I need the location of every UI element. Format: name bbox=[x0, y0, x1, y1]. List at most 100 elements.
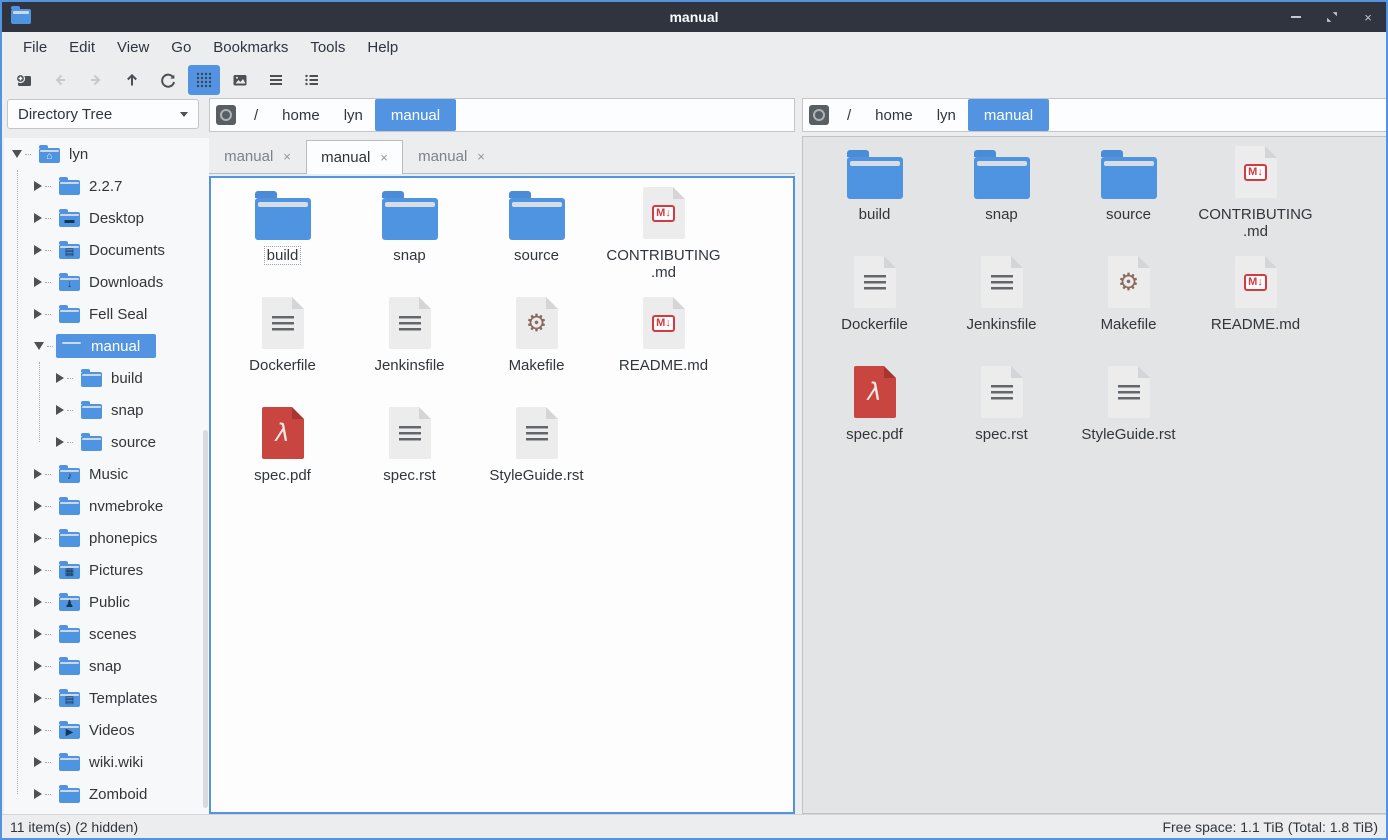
tree-expander-icon[interactable] bbox=[34, 565, 42, 575]
breadcrumb-current[interactable]: manual bbox=[968, 99, 1049, 131]
close-button[interactable]: × bbox=[1360, 9, 1376, 25]
tree-item-snap[interactable]: snap bbox=[4, 394, 209, 426]
file-makefile[interactable]: ⚙Makefile bbox=[473, 294, 600, 404]
file-snap[interactable]: snap bbox=[346, 184, 473, 294]
file-makefile[interactable]: ⚙Makefile bbox=[1065, 253, 1192, 363]
tab-manual-1[interactable]: manual× bbox=[209, 140, 306, 173]
disk-button[interactable] bbox=[210, 99, 242, 131]
tab-manual-2[interactable]: manual× bbox=[306, 140, 403, 174]
file-spec-rst[interactable]: spec.rst bbox=[938, 363, 1065, 473]
tree-item-body[interactable]: ▤Documents bbox=[54, 238, 181, 262]
tree-item-nvmebroke[interactable]: nvmebroke bbox=[4, 490, 209, 522]
file-contributing-md[interactable]: M↓CONTRIBUTING.md bbox=[600, 184, 727, 294]
tree-expander-icon[interactable] bbox=[34, 277, 42, 287]
tree-item-wiki-wiki[interactable]: wiki.wiki bbox=[4, 746, 209, 778]
tree-item-body[interactable]: scenes bbox=[54, 622, 153, 646]
tree-item-body[interactable]: ▤Templates bbox=[54, 686, 173, 710]
tree-expander-icon[interactable] bbox=[34, 342, 44, 350]
file-dockerfile[interactable]: Dockerfile bbox=[219, 294, 346, 404]
tree-expander-icon[interactable] bbox=[34, 213, 42, 223]
tree-item-fell-seal[interactable]: Fell Seal bbox=[4, 298, 209, 330]
file-jenkinsfile[interactable]: Jenkinsfile bbox=[938, 253, 1065, 363]
menu-help[interactable]: Help bbox=[356, 35, 409, 60]
tree-item-body[interactable]: Zomboid bbox=[54, 782, 163, 806]
forward-button[interactable] bbox=[80, 65, 112, 95]
menu-view[interactable]: View bbox=[106, 35, 160, 60]
tree-item-desktop[interactable]: ▬Desktop bbox=[4, 202, 209, 234]
file-build[interactable]: build bbox=[811, 143, 938, 253]
tab-manual-3[interactable]: manual× bbox=[403, 140, 500, 173]
tree-item-videos[interactable]: ▶Videos bbox=[4, 714, 209, 746]
tree-item-zomboid[interactable]: Zomboid bbox=[4, 778, 209, 810]
tree-item-body[interactable]: ▦Pictures bbox=[54, 558, 159, 582]
file-snap[interactable]: snap bbox=[938, 143, 1065, 253]
tree-expander-icon[interactable] bbox=[56, 373, 64, 383]
tree-expander-icon[interactable] bbox=[34, 533, 42, 543]
tree-item-manual[interactable]: manual bbox=[4, 330, 209, 362]
tree-item-body[interactable]: ▬Desktop bbox=[54, 206, 160, 230]
minimize-button[interactable] bbox=[1288, 9, 1304, 25]
menu-tools[interactable]: Tools bbox=[299, 35, 356, 60]
tree-item-scenes[interactable]: scenes bbox=[4, 618, 209, 650]
menu-edit[interactable]: Edit bbox=[58, 35, 106, 60]
tree-expander-icon[interactable] bbox=[34, 661, 42, 671]
tree-expander-icon[interactable] bbox=[34, 309, 42, 319]
tree-expander-icon[interactable] bbox=[12, 150, 22, 158]
tree-item-build[interactable]: build bbox=[4, 362, 209, 394]
tree-item-source[interactable]: source bbox=[4, 426, 209, 458]
file-source[interactable]: source bbox=[473, 184, 600, 294]
tree-expander-icon[interactable] bbox=[56, 405, 64, 415]
file-styleguide-rst[interactable]: StyleGuide.rst bbox=[1065, 363, 1192, 473]
new-tab-button[interactable] bbox=[8, 65, 40, 95]
tree-item-body[interactable]: build bbox=[76, 366, 159, 390]
file-contributing-md[interactable]: M↓CONTRIBUTING.md bbox=[1192, 143, 1319, 253]
breadcrumb-[interactable]: / bbox=[242, 99, 270, 131]
tree-item-phonepics[interactable]: phonepics bbox=[4, 522, 209, 554]
tree-item-body[interactable]: wiki.wiki bbox=[54, 750, 159, 774]
tree-item-body[interactable]: Fell Seal bbox=[54, 302, 163, 326]
tree-item-body[interactable]: snap bbox=[54, 654, 138, 678]
file-readme-md[interactable]: M↓README.md bbox=[1192, 253, 1319, 363]
tree-expander-icon[interactable] bbox=[34, 501, 42, 511]
file-dockerfile[interactable]: Dockerfile bbox=[811, 253, 938, 363]
tree-expander-icon[interactable] bbox=[34, 725, 42, 735]
tree-expander-icon[interactable] bbox=[56, 437, 64, 447]
disk-button[interactable] bbox=[803, 99, 835, 131]
file-readme-md[interactable]: M↓README.md bbox=[600, 294, 727, 404]
icon-view-button[interactable] bbox=[188, 65, 220, 95]
tree-item-public[interactable]: ♟Public bbox=[4, 586, 209, 618]
detailed-list-view-button[interactable] bbox=[296, 65, 328, 95]
tree-expander-icon[interactable] bbox=[34, 469, 42, 479]
tree-item-body[interactable]: 2.2.7 bbox=[54, 174, 138, 198]
refresh-button[interactable] bbox=[152, 65, 184, 95]
file-jenkinsfile[interactable]: Jenkinsfile bbox=[346, 294, 473, 404]
tree-expander-icon[interactable] bbox=[34, 757, 42, 767]
tab-close-icon[interactable]: × bbox=[380, 150, 388, 165]
sidebar-mode-selector[interactable]: Directory Tree bbox=[7, 99, 199, 129]
tree-expander-icon[interactable] bbox=[34, 789, 42, 799]
tree-item-body[interactable]: snap bbox=[76, 398, 160, 422]
tree-item-pictures[interactable]: ▦Pictures bbox=[4, 554, 209, 586]
file-spec-rst[interactable]: spec.rst bbox=[346, 404, 473, 514]
file-source[interactable]: source bbox=[1065, 143, 1192, 253]
tree-item-body[interactable]: ▶Videos bbox=[54, 718, 151, 742]
tab-close-icon[interactable]: × bbox=[283, 149, 291, 164]
tree-item-body[interactable]: ♪Music bbox=[54, 462, 144, 486]
thumbnail-view-button[interactable] bbox=[224, 65, 256, 95]
tree-item-body[interactable]: nvmebroke bbox=[54, 494, 179, 518]
tree-expander-icon[interactable] bbox=[34, 245, 42, 255]
tree-expander-icon[interactable] bbox=[34, 597, 42, 607]
tree-item-music[interactable]: ♪Music bbox=[4, 458, 209, 490]
tree-expander-icon[interactable] bbox=[34, 181, 42, 191]
tree-item-body[interactable]: source bbox=[76, 430, 172, 454]
tree-item-downloads[interactable]: ↓Downloads bbox=[4, 266, 209, 298]
sidebar-scrollbar[interactable] bbox=[203, 430, 208, 808]
breadcrumb-lyn[interactable]: lyn bbox=[332, 99, 375, 131]
tree-item-templates[interactable]: ▤Templates bbox=[4, 682, 209, 714]
menu-file[interactable]: File bbox=[12, 35, 58, 60]
tree-item-body[interactable]: ⌂lyn bbox=[34, 142, 104, 166]
compact-view-button[interactable] bbox=[260, 65, 292, 95]
tree-expander-icon[interactable] bbox=[34, 693, 42, 703]
up-button[interactable] bbox=[116, 65, 148, 95]
file-spec-pdf[interactable]: λspec.pdf bbox=[811, 363, 938, 473]
